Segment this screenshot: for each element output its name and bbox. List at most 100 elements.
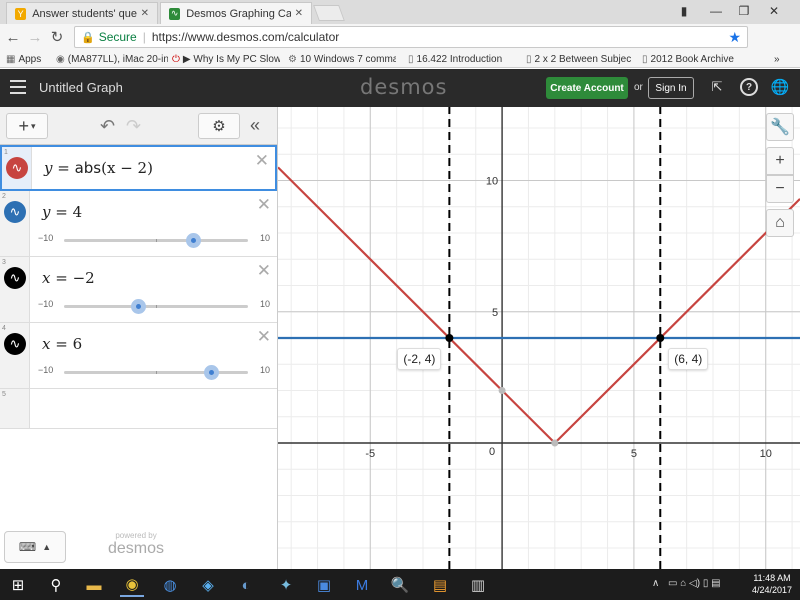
graph-visibility-icon[interactable]: ∿ xyxy=(4,267,26,289)
app-icon[interactable]: ▣ xyxy=(312,573,336,597)
home-icon[interactable]: ⌂ xyxy=(766,209,794,237)
close-tab-icon[interactable]: ✕ xyxy=(141,8,149,19)
clock-time: 11:48 AM xyxy=(753,573,791,583)
slider-track[interactable] xyxy=(64,299,248,314)
slider-min[interactable]: −10 xyxy=(38,233,53,243)
bookmark-2012-archive[interactable]: ▯ 2012 Book Archive xyxy=(642,52,752,66)
search-icon[interactable]: ⚲ xyxy=(44,573,68,597)
tab-answers[interactable]: Y Answer students' questio ✕ xyxy=(6,2,158,24)
zoom-in-button[interactable]: + xyxy=(766,147,794,175)
forward-icon[interactable]: → xyxy=(24,26,46,48)
value-slider[interactable]: −10 10 xyxy=(38,365,274,380)
chrome-icon[interactable]: ◉ xyxy=(120,573,144,597)
app-icon[interactable]: ✦ xyxy=(274,573,298,597)
redo-icon[interactable]: ↷ xyxy=(126,116,141,137)
graph-paper[interactable]: -5510-55100 🔧 + − ⌂ (-2, 4)(6, 4) xyxy=(278,107,800,569)
page-icon: ▯ xyxy=(408,53,414,65)
delete-expression-icon[interactable]: ✕ xyxy=(257,327,271,347)
graph-visibility-icon[interactable]: ∿ xyxy=(4,201,26,223)
new-tab-button[interactable] xyxy=(313,5,345,21)
point-label[interactable]: (6, 4) xyxy=(668,348,709,370)
value-slider[interactable]: −10 10 xyxy=(38,233,274,248)
bookmark-16422[interactable]: ▯ 16.422 Introduction xyxy=(408,52,514,66)
delete-expression-icon[interactable]: ✕ xyxy=(255,151,269,171)
slider-thumb[interactable] xyxy=(185,233,201,248)
expression-row[interactable]: 3 ∿ x = −2 ✕ −10 10 xyxy=(0,257,277,323)
slider-min[interactable]: −10 xyxy=(38,365,53,375)
bookmark-apps[interactable]: ▦ Apps xyxy=(6,52,41,66)
delete-expression-icon[interactable]: ✕ xyxy=(257,195,271,215)
slider-track[interactable] xyxy=(64,233,248,248)
expression-input[interactable]: x = −2 xyxy=(42,269,95,287)
delete-expression-icon[interactable]: ✕ xyxy=(257,261,271,281)
powered-by-desmos: powered by desmos xyxy=(108,531,164,558)
gear-icon: ⚙ xyxy=(212,118,226,135)
graph-settings-button[interactable]: ⚙ xyxy=(198,113,240,139)
expression-input[interactable]: x = 6 xyxy=(42,335,82,353)
slider-min[interactable]: −10 xyxy=(38,299,53,309)
bookmark-windows7[interactable]: ⚙ 10 Windows 7 comma xyxy=(288,52,396,66)
point-label[interactable]: (-2, 4) xyxy=(397,348,442,370)
add-item-button[interactable]: + ▾ xyxy=(6,113,48,139)
graph-title[interactable]: Untitled Graph xyxy=(39,80,123,95)
slider-max[interactable]: 10 xyxy=(260,233,270,243)
expression-row[interactable]: 4 ∿ x = 6 ✕ −10 10 xyxy=(0,323,277,389)
bookmark-pc-slow[interactable]: ⏻ ▶ Why Is My PC Slow xyxy=(172,52,280,66)
keyboard-toggle-button[interactable]: ⌨ ▲ xyxy=(4,531,66,563)
close-tab-icon[interactable]: ✕ xyxy=(295,8,303,19)
address-bar[interactable]: 🔒 Secure | https://www.desmos.com/calcul… xyxy=(74,26,748,48)
intersection-point xyxy=(551,439,559,447)
tray-up-icon[interactable]: ∧ xyxy=(652,578,659,589)
app-icon[interactable]: M xyxy=(350,573,374,597)
share-icon[interactable]: ⇱ xyxy=(708,78,726,96)
new-expression-row[interactable]: 5 xyxy=(0,389,277,429)
restore-icon[interactable]: ❐ xyxy=(730,0,758,22)
graph-canvas[interactable]: -5510-55100 xyxy=(278,107,800,569)
outlook-icon[interactable]: ◈ xyxy=(196,573,220,597)
magnifier-icon[interactable]: 🔍 xyxy=(388,573,412,597)
globe-icon[interactable]: 🌐 xyxy=(771,78,790,96)
tab-desmos[interactable]: ∿ Desmos Graphing Calcul ✕ xyxy=(160,2,312,24)
windows-start-icon[interactable]: ⊞ xyxy=(6,573,30,597)
graph-visibility-icon[interactable]: ∿ xyxy=(6,157,28,179)
app-icon[interactable]: ▤ xyxy=(428,573,452,597)
profile-icon[interactable]: ▮ xyxy=(670,0,698,22)
firefox-icon[interactable]: ◍ xyxy=(158,573,182,597)
system-clock[interactable]: 11:48 AM 4/24/2017 xyxy=(748,572,796,596)
minimize-icon[interactable]: — xyxy=(702,0,730,22)
slider-max[interactable]: 10 xyxy=(260,365,270,375)
expression-row[interactable]: 2 ∿ y = 4 ✕ −10 10 xyxy=(0,191,277,257)
sign-in-button[interactable]: Sign In xyxy=(648,77,694,99)
back-icon[interactable]: ← xyxy=(2,26,24,48)
bookmarks-overflow-icon[interactable]: » xyxy=(774,52,780,66)
x-tick-label: 10 xyxy=(760,448,772,460)
expression-input[interactable]: y = 4 xyxy=(42,203,82,221)
collapse-panel-icon[interactable]: « xyxy=(250,115,260,136)
expression-input[interactable]: y = abs(x − 2) xyxy=(44,159,153,177)
slider-thumb[interactable] xyxy=(204,365,220,380)
app-icon[interactable]: ▥ xyxy=(466,573,490,597)
bookmark-2x2[interactable]: ▯ 2 x 2 Between Subjec xyxy=(526,52,632,66)
star-icon[interactable]: ★ xyxy=(728,29,741,46)
close-window-icon[interactable]: ✕ xyxy=(760,0,788,22)
file-explorer-icon[interactable]: ▬ xyxy=(82,573,106,597)
origin-label: 0 xyxy=(489,446,495,458)
slider-max[interactable]: 10 xyxy=(260,299,270,309)
zoom-out-button[interactable]: − xyxy=(766,175,794,203)
app-icon[interactable]: ◐ xyxy=(234,573,258,597)
graph-visibility-icon[interactable]: ∿ xyxy=(4,333,26,355)
undo-icon[interactable]: ↶ xyxy=(100,116,115,137)
value-slider[interactable]: −10 10 xyxy=(38,299,274,314)
help-icon[interactable]: ? xyxy=(740,78,758,96)
slider-track[interactable] xyxy=(64,365,248,380)
tray-icons[interactable]: ▭ ⌂ ◁) ▯ ▤ xyxy=(668,578,721,589)
expression-row[interactable]: 1 ∿ y = abs(x − 2) ✕ xyxy=(0,145,277,191)
wrench-icon[interactable]: 🔧 xyxy=(766,113,794,141)
create-account-button[interactable]: Create Account xyxy=(546,77,628,99)
menu-icon[interactable] xyxy=(10,80,26,94)
slider-thumb[interactable] xyxy=(130,299,146,314)
clock-date: 4/24/2017 xyxy=(751,585,793,595)
bookmark-imac[interactable]: ◉ (MA877LL), iMac 20-in xyxy=(56,52,168,66)
reload-icon[interactable]: ↻ xyxy=(46,26,68,48)
keyboard-icon: ⌨ xyxy=(18,540,37,554)
